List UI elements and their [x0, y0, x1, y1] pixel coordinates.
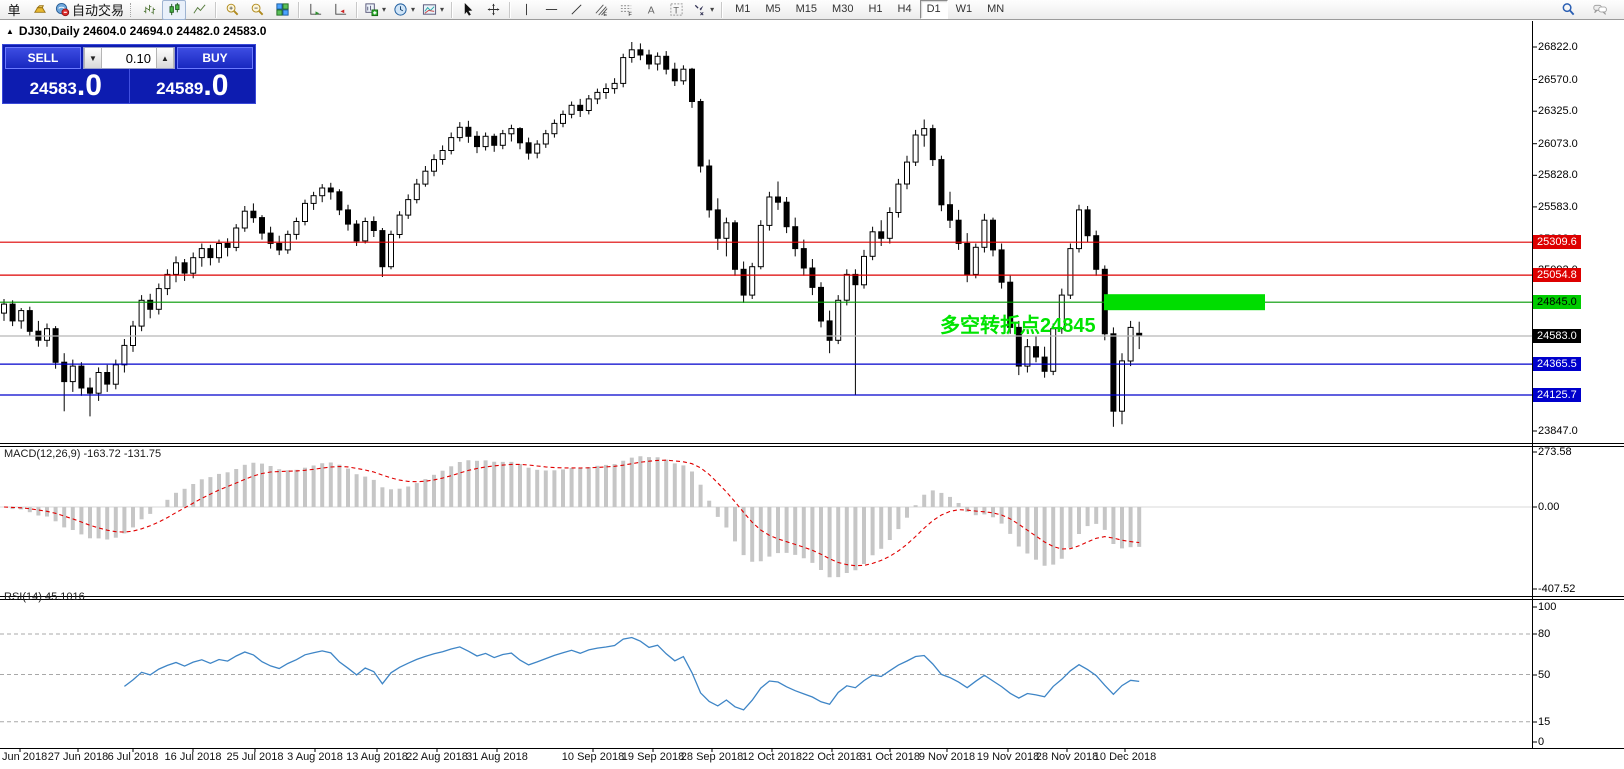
one-click-trading-panel: SELL ▼ 0.10 ▲ BUY 24583 .0 24589 .0 [2, 44, 256, 104]
date-label: 10 Dec 2018 [1094, 751, 1156, 763]
mt4-window: 单 自动交易 [0, 0, 1624, 769]
macd-scale-label: 0.00 [1538, 501, 1559, 513]
price-scale-label: 25583.0 [1538, 201, 1578, 213]
volume-increase-button[interactable]: ▲ [156, 48, 174, 68]
date-label: 31 Oct 2018 [860, 751, 920, 763]
price-scale-label: 26073.0 [1538, 138, 1578, 150]
date-label: 28 Sep 2018 [681, 751, 743, 763]
price-scale-label: 23847.0 [1538, 425, 1578, 437]
rsi-scale-label: 50 [1538, 669, 1550, 681]
date-label: 13 Aug 2018 [346, 751, 408, 763]
volume-decrease-button[interactable]: ▼ [84, 48, 102, 68]
rsi-scale-label: 0 [1538, 736, 1544, 748]
buy-price-dec: .0 [203, 71, 228, 101]
sell-button[interactable]: SELL [5, 47, 81, 69]
chart-title-text: DJ30,Daily 24604.0 24694.0 24482.0 24583… [19, 24, 267, 38]
price-scale-label: 25828.0 [1538, 169, 1578, 181]
annotation-text[interactable]: 多空转折点24845 [940, 309, 1096, 338]
sell-price-dec: .0 [77, 71, 102, 101]
date-label: 8 Jun 2018 [0, 751, 47, 763]
date-label: 19 Sep 2018 [622, 751, 684, 763]
chart-canvas[interactable] [0, 0, 1624, 769]
date-label: 22 Aug 2018 [406, 751, 468, 763]
volume-stepper: ▼ 0.10 ▲ [83, 47, 175, 69]
price-scale-label: 26325.0 [1538, 105, 1578, 117]
price-tag-24845.0[interactable]: 24845.0 [1533, 295, 1581, 309]
buy-price-int: 24589 [156, 77, 203, 101]
buy-price-button[interactable]: 24589 .0 [130, 69, 256, 103]
highlight-rect[interactable] [1104, 294, 1265, 310]
price-scale-label: 26570.0 [1538, 74, 1578, 86]
macd-scale-label: 273.58 [1538, 446, 1572, 458]
date-label: 9 Nov 2018 [919, 751, 975, 763]
price-tag-25054.8[interactable]: 25054.8 [1533, 268, 1581, 282]
macd-label: MACD(12,26,9) -163.72 -131.75 [4, 448, 161, 460]
rsi-scale-label: 100 [1538, 601, 1556, 613]
price-tag-24583.0[interactable]: 24583.0 [1533, 329, 1581, 343]
date-label: 28 Nov 2018 [1036, 751, 1098, 763]
sell-price-int: 24583 [30, 77, 77, 101]
price-tag-24365.5[interactable]: 24365.5 [1533, 357, 1581, 371]
rsi-scale-label: 80 [1538, 628, 1550, 640]
date-label: 12 Oct 2018 [742, 751, 802, 763]
price-scale-label: 26822.0 [1538, 41, 1578, 53]
rsi-label: RSI(14) 45.1016 [4, 591, 85, 603]
volume-input[interactable]: 0.10 [102, 48, 156, 68]
date-label: 22 Oct 2018 [802, 751, 862, 763]
macd-histogram [4, 456, 1139, 577]
date-label: 27 Jun 2018 [48, 751, 109, 763]
date-label: 31 Aug 2018 [466, 751, 528, 763]
rsi-line [124, 638, 1139, 710]
date-label: 25 Jul 2018 [227, 751, 284, 763]
symbol-collapse-icon[interactable]: ▲ [6, 27, 14, 36]
buy-button[interactable]: BUY [177, 47, 253, 69]
date-label: 3 Aug 2018 [287, 751, 343, 763]
price-tag-24125.7[interactable]: 24125.7 [1533, 388, 1581, 402]
macd-scale-label: -407.52 [1538, 583, 1575, 595]
chart-title: ▲ DJ30,Daily 24604.0 24694.0 24482.0 245… [6, 24, 266, 38]
price-tag-25309.6[interactable]: 25309.6 [1533, 235, 1581, 249]
date-label: 16 Jul 2018 [165, 751, 222, 763]
date-label: 6 Jul 2018 [108, 751, 159, 763]
rsi-scale-label: 15 [1538, 716, 1550, 728]
date-label: 10 Sep 2018 [562, 751, 624, 763]
date-label: 19 Nov 2018 [977, 751, 1039, 763]
sell-price-button[interactable]: 24583 .0 [3, 69, 130, 103]
